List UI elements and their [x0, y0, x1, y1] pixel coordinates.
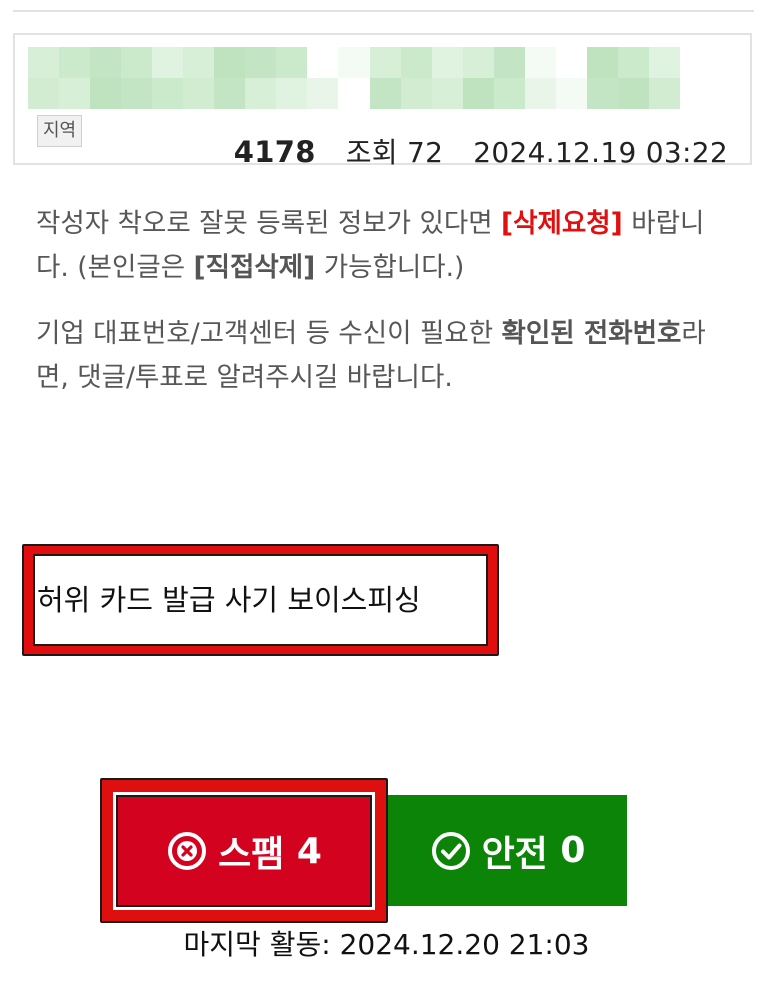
blur-cell — [586, 78, 618, 109]
blur-cell — [276, 78, 308, 109]
blur-cell — [617, 47, 649, 78]
safe-vote-button[interactable]: 안전 0 — [388, 795, 627, 906]
notice-phone: 기업 대표번호/고객센터 등 수신이 필요한 확인된 전화번호라면, 댓글/투표… — [36, 312, 736, 400]
blur-cell — [555, 47, 587, 78]
blur-cell — [586, 47, 618, 78]
blur-cell — [152, 47, 184, 78]
blur-cell — [369, 47, 401, 78]
last-activity-label: 마지막 활동: — [183, 928, 331, 961]
post-datetime: 2024.12.19 03:22 — [473, 136, 728, 169]
blur-cell — [617, 78, 649, 109]
direct-delete-link[interactable]: [직접삭제] — [194, 252, 316, 283]
blur-cell — [307, 47, 339, 78]
delete-request-link[interactable]: [삭제요청] — [501, 208, 623, 239]
blur-cell — [59, 47, 91, 78]
post-title-blurred — [28, 47, 680, 109]
blur-cell — [369, 78, 401, 109]
blur-cell — [214, 47, 246, 78]
blur-cell — [90, 47, 122, 78]
last-activity: 마지막 활동: 2024.12.20 21:03 — [0, 925, 773, 965]
spam-label: 스팸 — [218, 834, 285, 875]
blur-cell — [555, 78, 587, 109]
check-circle-icon — [431, 831, 470, 870]
notice-delete: 작성자 착오로 잘못 등록된 정보가 있다면 [삭제요청] 바랍니다. (본인글… — [36, 202, 736, 290]
last-activity-datetime: 2024.12.20 21:03 — [339, 928, 590, 961]
blur-cell — [307, 78, 339, 109]
category-highlight: 허위 카드 발급 사기 보이스피싱 — [22, 544, 499, 656]
blur-cell — [400, 47, 432, 78]
safe-label: 안전 — [481, 833, 548, 875]
post-meta: 4178 조회 72 2024.12.19 03:22 — [234, 135, 728, 170]
blur-cell — [431, 78, 463, 109]
blur-cell — [524, 47, 556, 78]
blur-cell — [462, 78, 494, 109]
notice-text: 기업 대표번호/고객센터 등 수신이 필요한 — [36, 318, 502, 349]
blur-cell — [493, 78, 525, 109]
blur-cell — [524, 78, 556, 109]
spam-count: 4 — [296, 830, 322, 872]
blur-cell — [493, 47, 525, 78]
blur-cell — [338, 78, 370, 109]
blur-cell — [276, 47, 308, 78]
blur-cell — [183, 47, 215, 78]
post-header: 지역 4178 조회 72 2024.12.19 03:22 — [13, 33, 752, 169]
vote-area: 스팸 4 안전 0 — [100, 778, 640, 928]
region-tag[interactable]: 지역 — [37, 115, 83, 147]
blur-cell — [648, 78, 680, 109]
notice-text: 가능합니다.) — [315, 252, 465, 283]
spam-highlight: 스팸 4 — [100, 778, 388, 923]
blur-cell — [245, 47, 277, 78]
category-label: 허위 카드 발급 사기 보이스피싱 — [33, 554, 488, 646]
views-label: 조회 — [345, 136, 398, 169]
spam-vote-button[interactable]: 스팸 4 — [113, 792, 375, 910]
safe-count: 0 — [560, 830, 586, 871]
x-circle-icon — [168, 832, 207, 870]
blur-cell — [121, 78, 153, 109]
blur-cell — [245, 78, 277, 109]
blur-cell — [400, 78, 432, 109]
blur-cell — [431, 47, 463, 78]
blur-cell — [152, 78, 184, 109]
notice-text: 작성자 착오로 잘못 등록된 정보가 있다면 — [36, 208, 502, 239]
blur-cell — [183, 78, 215, 109]
blur-cell — [338, 47, 370, 78]
views-count: 72 — [407, 136, 444, 169]
top-divider — [13, 10, 754, 12]
blur-cell — [121, 47, 153, 78]
blur-cell — [28, 47, 60, 78]
blur-cell — [462, 47, 494, 78]
blur-cell — [59, 78, 91, 109]
post-number: 4178 — [233, 135, 316, 169]
blur-cell — [214, 78, 246, 109]
verified-phone-text: 확인된 전화번호 — [501, 318, 682, 349]
blur-cell — [648, 47, 680, 78]
blur-cell — [28, 78, 60, 109]
blur-cell — [90, 78, 122, 109]
